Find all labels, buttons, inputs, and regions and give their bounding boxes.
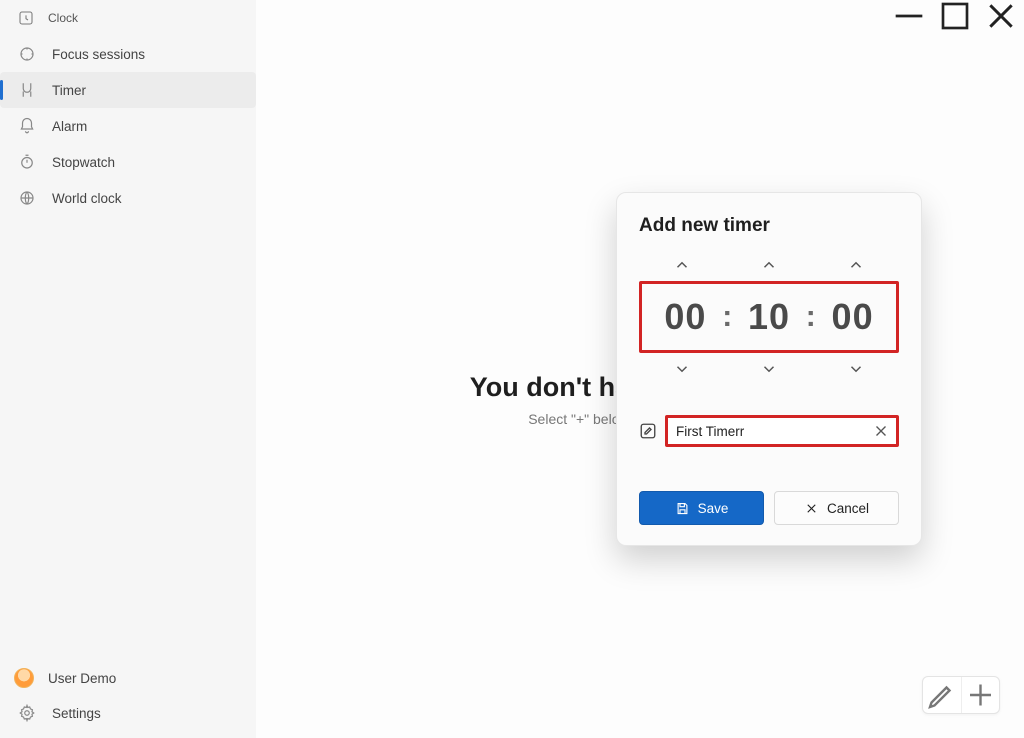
hours-value[interactable]: 00 xyxy=(655,296,715,338)
sidebar-item-label: Stopwatch xyxy=(52,155,115,170)
timer-name-input[interactable] xyxy=(676,424,872,439)
time-decrement-row xyxy=(639,359,899,379)
window-controls xyxy=(886,0,1024,32)
sidebar-item-label: Timer xyxy=(52,83,86,98)
focus-icon xyxy=(18,45,36,63)
sidebar-item-world-clock[interactable]: World clock xyxy=(0,180,256,216)
cancel-button[interactable]: Cancel xyxy=(774,491,899,525)
cancel-button-label: Cancel xyxy=(827,501,869,516)
minimize-button[interactable] xyxy=(886,0,932,32)
save-button-label: Save xyxy=(698,501,729,516)
sidebar-nav: Focus sessions Timer Alarm Stopwatch xyxy=(0,36,256,216)
time-separator: : xyxy=(722,300,732,334)
time-input-box: 00 : 10 : 00 xyxy=(639,281,899,353)
time-increment-row xyxy=(639,255,899,275)
add-timer-dialog: Add new timer 00 : 10 : 00 xyxy=(616,192,922,546)
close-icon xyxy=(804,501,819,516)
seconds-down-button[interactable] xyxy=(847,360,865,378)
sidebar-item-label: Alarm xyxy=(52,119,87,134)
app-root: Clock Focus sessions Timer Alarm xyxy=(0,0,1024,738)
user-account-button[interactable]: User Demo xyxy=(0,660,256,696)
sidebar-item-timer[interactable]: Timer xyxy=(0,72,256,108)
minutes-down-button[interactable] xyxy=(760,360,778,378)
sidebar-item-settings[interactable]: Settings xyxy=(0,696,256,730)
minutes-value[interactable]: 10 xyxy=(739,296,799,338)
timer-name-row xyxy=(639,415,899,447)
minutes-up-button[interactable] xyxy=(760,256,778,274)
sidebar-item-label: Focus sessions xyxy=(52,47,145,62)
dialog-title: Add new timer xyxy=(639,215,899,237)
clock-app-icon xyxy=(18,10,34,26)
settings-label: Settings xyxy=(52,706,101,721)
time-separator: : xyxy=(806,300,816,334)
add-timer-button[interactable] xyxy=(961,677,999,713)
main-content: You don't have any timers. Select "+" be… xyxy=(256,0,1024,738)
alarm-icon xyxy=(18,117,36,135)
clear-name-button[interactable] xyxy=(872,422,890,440)
save-button[interactable]: Save xyxy=(639,491,764,525)
maximize-button[interactable] xyxy=(932,0,978,32)
sidebar-item-focus-sessions[interactable]: Focus sessions xyxy=(0,36,256,72)
hours-up-button[interactable] xyxy=(673,256,691,274)
dialog-button-row: Save Cancel xyxy=(639,491,899,525)
world-clock-icon xyxy=(18,189,36,207)
edit-icon xyxy=(639,422,657,440)
sidebar-bottom: User Demo Settings xyxy=(0,660,256,738)
app-title-row: Clock xyxy=(0,4,256,34)
close-button[interactable] xyxy=(978,0,1024,32)
fab-group xyxy=(922,676,1000,714)
hours-down-button[interactable] xyxy=(673,360,691,378)
save-icon xyxy=(675,501,690,516)
app-title: Clock xyxy=(48,11,78,25)
user-name: User Demo xyxy=(48,671,116,686)
sidebar-item-alarm[interactable]: Alarm xyxy=(0,108,256,144)
sidebar-item-stopwatch[interactable]: Stopwatch xyxy=(0,144,256,180)
edit-timers-button[interactable] xyxy=(923,677,961,713)
stopwatch-icon xyxy=(18,153,36,171)
avatar xyxy=(14,668,34,688)
timer-icon xyxy=(18,81,36,99)
sidebar: Clock Focus sessions Timer Alarm xyxy=(0,0,256,738)
timer-name-field[interactable] xyxy=(665,415,899,447)
seconds-up-button[interactable] xyxy=(847,256,865,274)
sidebar-item-label: World clock xyxy=(52,191,122,206)
gear-icon xyxy=(18,704,36,722)
seconds-value[interactable]: 00 xyxy=(823,296,883,338)
